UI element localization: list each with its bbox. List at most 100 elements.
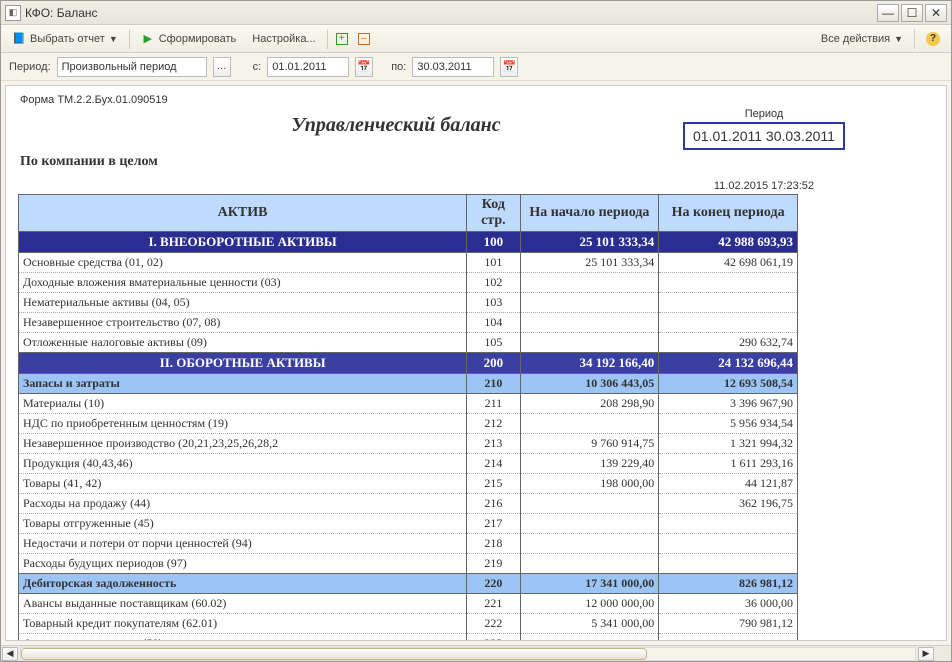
app-icon: ◧	[5, 5, 21, 21]
calendar-to-button[interactable]: 📅	[500, 57, 518, 77]
cell-begin	[520, 414, 659, 434]
cell-code: 200	[467, 353, 520, 374]
cell-name: Расходы на продажу (44)	[19, 494, 467, 514]
scroll-track[interactable]	[20, 647, 916, 661]
cell-begin: 198 000,00	[520, 474, 659, 494]
cell-end: 44 121,87	[659, 474, 798, 494]
settings-button[interactable]: Настройка...	[245, 30, 322, 48]
titlebar: ◧ КФО: Баланс — ☐ ✕	[1, 1, 951, 25]
cell-begin	[520, 514, 659, 534]
cell-code: 101	[467, 253, 520, 273]
table-row: Расходы будущих периодов (97)219	[19, 554, 798, 574]
generate-button[interactable]: ▶ Сформировать	[134, 29, 244, 49]
chevron-down-icon: ▼	[894, 34, 903, 44]
cell-begin: 208 298,90	[520, 394, 659, 414]
cell-end	[659, 313, 798, 333]
period-box-label: Период	[634, 108, 894, 120]
cell-code: 217	[467, 514, 520, 534]
cell-code: 211	[467, 394, 520, 414]
cell-name: Незавершенное строительство (07, 08)	[19, 313, 467, 333]
cell-begin: 10 306 443,05	[520, 374, 659, 394]
separator	[327, 29, 328, 49]
select-report-label: Выбрать отчет	[30, 33, 105, 45]
cell-name: Авансы выданные поставщикам (60.02)	[19, 594, 467, 614]
collapse-button[interactable]: –	[354, 30, 374, 48]
close-button[interactable]: ✕	[925, 4, 947, 22]
cell-code: 102	[467, 273, 520, 293]
all-actions-button[interactable]: Все действия ▼	[814, 30, 910, 48]
settings-label: Настройка...	[252, 33, 315, 45]
cell-name: II. ОБОРОТНЫЕ АКТИВЫ	[19, 353, 467, 374]
table-row: Незавершенное производство (20,21,23,25,…	[19, 434, 798, 454]
cell-code: 210	[467, 374, 520, 394]
date-from-input[interactable]: 01.01.2011	[267, 57, 349, 77]
chevron-down-icon: ▼	[109, 34, 118, 44]
cell-code: 223	[467, 634, 520, 642]
cell-end	[659, 293, 798, 313]
cell-code: 104	[467, 313, 520, 333]
cell-begin	[520, 333, 659, 353]
cell-end: 3 396 967,90	[659, 394, 798, 414]
table-row: Незавершенное строительство (07, 08)104	[19, 313, 798, 333]
table-row: Дебиторская задолженность22017 341 000,0…	[19, 574, 798, 594]
cell-begin: 25 101 333,34	[520, 253, 659, 273]
expand-button[interactable]: +	[332, 30, 352, 48]
cell-end: 42 988 693,93	[659, 232, 798, 253]
cell-end	[659, 514, 798, 534]
cell-code: 105	[467, 333, 520, 353]
cell-code: 213	[467, 434, 520, 454]
cell-code: 103	[467, 293, 520, 313]
date-to-input[interactable]: 30.03.2011	[412, 57, 494, 77]
cell-end: 290 632,74	[659, 333, 798, 353]
cell-name: Товарный кредит покупателям (62.01)	[19, 614, 467, 634]
table-row: Материалы (10)211208 298,903 396 967,90	[19, 394, 798, 414]
th-begin: На начало периода	[520, 195, 659, 232]
cell-code: 215	[467, 474, 520, 494]
table-row: Товары отгруженные (45)217	[19, 514, 798, 534]
scroll-left-button[interactable]: ◀	[2, 647, 18, 661]
period-select-picker[interactable]: …	[213, 57, 231, 77]
cell-begin	[520, 494, 659, 514]
generate-label: Сформировать	[159, 33, 237, 45]
table-row: Авансы выданные поставщикам (60.02)22112…	[19, 594, 798, 614]
help-icon: ?	[926, 32, 940, 46]
period-type-select[interactable]: Произвольный период	[57, 57, 207, 77]
cell-end: 826 981,12	[659, 574, 798, 594]
cell-end: 1 611 293,16	[659, 454, 798, 474]
report-title: Управленческий баланс	[158, 114, 634, 137]
cell-code: 100	[467, 232, 520, 253]
cell-name: Основные средства (01, 02)	[19, 253, 467, 273]
select-report-button[interactable]: 📘 Выбрать отчет ▼	[5, 29, 125, 49]
cell-code: 220	[467, 574, 520, 594]
cell-begin	[520, 273, 659, 293]
period-label: Период:	[9, 61, 51, 73]
scroll-right-button[interactable]: ▶	[918, 647, 934, 661]
calendar-from-button[interactable]: 📅	[355, 57, 373, 77]
cell-name: Финансовые вложения (58)	[19, 634, 467, 642]
report-viewport[interactable]: Форма ТМ.2.2.Бух.01.090519 Управленчески…	[5, 85, 947, 641]
table-row: I. ВНЕОБОРОТНЫЕ АКТИВЫ10025 101 333,3442…	[19, 232, 798, 253]
cell-end: 5 956 934,54	[659, 414, 798, 434]
cell-code: 221	[467, 594, 520, 614]
minimize-button[interactable]: —	[877, 4, 899, 22]
cell-begin	[520, 554, 659, 574]
cell-name: Расходы будущих периодов (97)	[19, 554, 467, 574]
horizontal-scrollbar[interactable]: ◀ ▶	[1, 645, 951, 661]
to-label: по:	[391, 61, 406, 73]
cell-end	[659, 554, 798, 574]
cell-begin: 139 229,40	[520, 454, 659, 474]
cell-code: 212	[467, 414, 520, 434]
cell-begin	[520, 534, 659, 554]
form-code: Форма ТМ.2.2.Бух.01.090519	[20, 94, 934, 106]
table-row: Запасы и затраты21010 306 443,0512 693 5…	[19, 374, 798, 394]
separator	[914, 29, 915, 49]
help-button[interactable]: ?	[919, 29, 947, 49]
window-title: КФО: Баланс	[25, 6, 877, 20]
scroll-thumb[interactable]	[21, 648, 647, 660]
maximize-button[interactable]: ☐	[901, 4, 923, 22]
timestamp: 11.02.2015 17:23:52	[18, 180, 814, 192]
cell-end: 790 981,12	[659, 614, 798, 634]
cell-end: 36 000,00	[659, 594, 798, 614]
cell-name: Нематериальные активы (04, 05)	[19, 293, 467, 313]
table-row: Расходы на продажу (44)216362 196,75	[19, 494, 798, 514]
